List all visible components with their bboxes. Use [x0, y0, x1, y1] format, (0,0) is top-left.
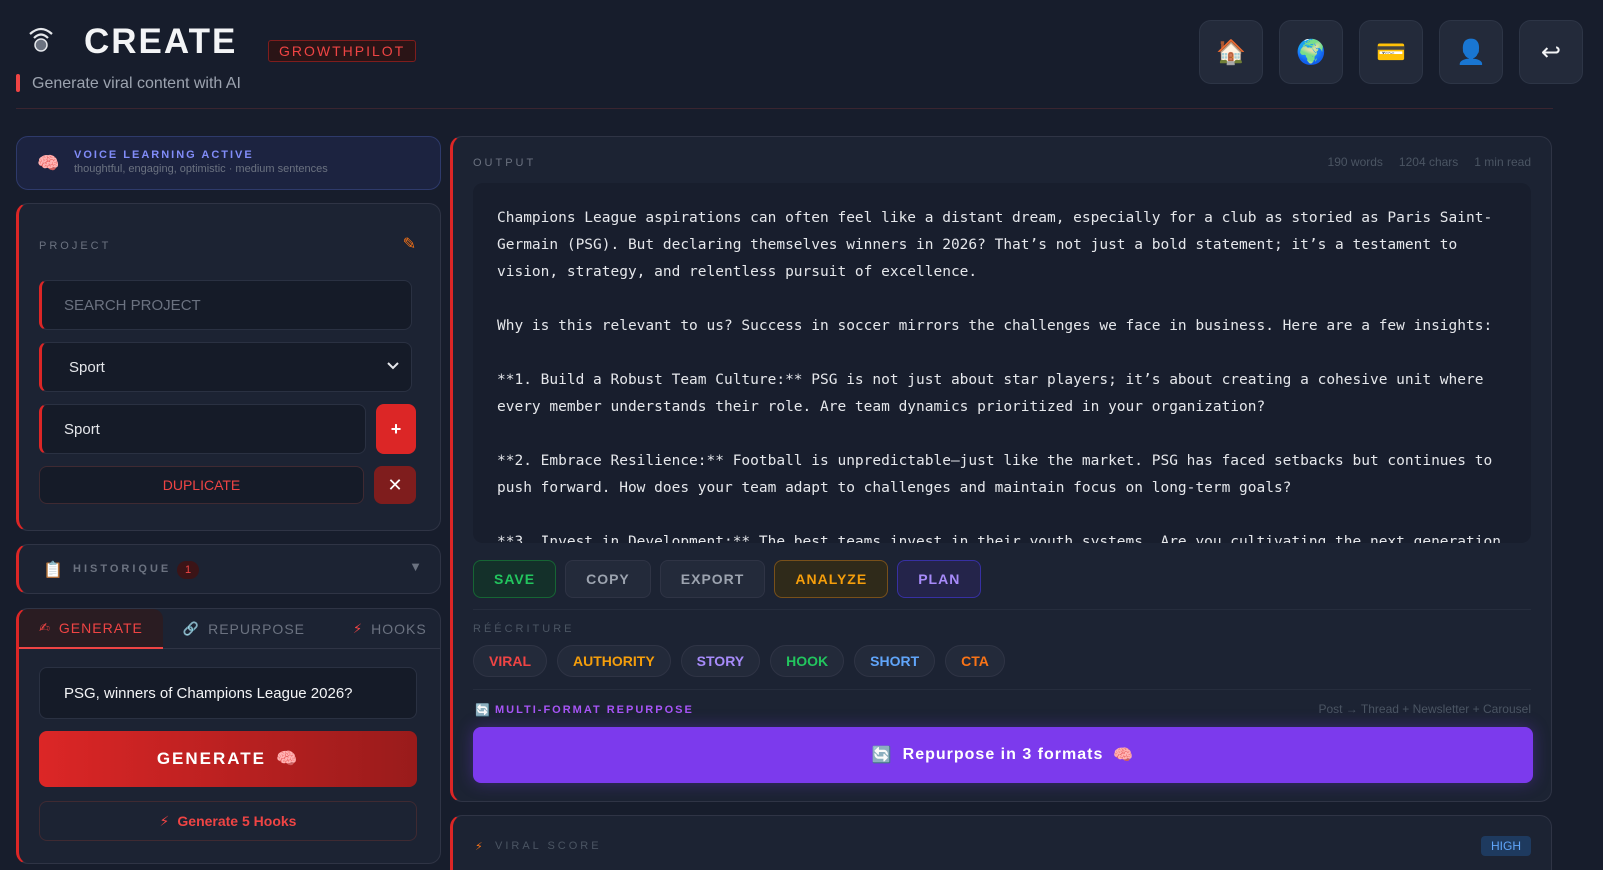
history-label: HISTORIQUE — [73, 563, 172, 575]
repurpose-icon: 🔄 — [475, 703, 490, 717]
explore-button[interactable]: 🌍 — [1279, 20, 1343, 84]
save-button[interactable]: SAVE — [473, 560, 557, 598]
page-title: CREATE — [84, 22, 238, 61]
page-subtitle: Generate viral content with AI — [32, 75, 241, 92]
tab-generate[interactable]: ✍ GENERATE — [19, 609, 163, 649]
subtitle-accent — [16, 74, 20, 92]
output-paragraph: **3. Invest in Development:** The best t… — [497, 534, 1501, 543]
history-count-badge: 1 — [177, 561, 199, 579]
project-name-input[interactable]: Sport — [39, 404, 366, 454]
hooks-button-label: Generate 5 Hooks — [177, 813, 297, 829]
rewrite-authority-chip[interactable]: AUTHORITY — [557, 645, 671, 677]
project-select-value: Sport — [69, 358, 105, 376]
history-panel[interactable]: 📋 HISTORIQUE 1 ▼ — [16, 544, 441, 594]
home-button[interactable]: 🏠 — [1199, 20, 1263, 84]
writing-hand-icon: ✍ — [39, 620, 51, 635]
output-label: OUTPUT — [473, 157, 537, 169]
header-divider — [16, 108, 1553, 109]
profile-button[interactable]: 👤 — [1439, 20, 1503, 84]
lightning-icon: ⚡ — [159, 812, 170, 829]
credit-card-icon: 💳 — [1376, 38, 1406, 66]
char-count: 1204 chars — [1398, 155, 1459, 169]
tab-label: REPURPOSE — [208, 621, 305, 637]
caret-down-icon[interactable]: ▼ — [409, 559, 422, 574]
read-time: 1 min read — [1474, 155, 1531, 169]
rewrite-hook-chip[interactable]: HOOK — [770, 645, 845, 677]
generate-panel: ✍ GENERATE 🔗 REPURPOSE ⚡ HOOKS PSG, winn… — [16, 608, 441, 864]
tab-repurpose[interactable]: 🔗 REPURPOSE — [163, 609, 325, 649]
search-project-input[interactable]: SEARCH PROJECT — [39, 280, 412, 330]
plan-button[interactable]: PLAN — [897, 560, 982, 598]
analyze-button[interactable]: ANALYZE — [774, 560, 889, 598]
voice-title: VOICE LEARNING ACTIVE — [74, 149, 254, 161]
chevron-down-icon — [387, 362, 399, 370]
copy-button[interactable]: COPY — [565, 560, 651, 598]
rewrite-cta-chip[interactable]: CTA — [945, 645, 1005, 677]
divider — [473, 689, 1531, 690]
user-icon: 👤 — [1456, 38, 1486, 66]
output-paragraph: Why is this relevant to us? Success in s… — [497, 318, 1493, 334]
top-nav: 🏠 🌍 💳 👤 ↩ — [1199, 20, 1583, 84]
output-text[interactable]: Champions League aspirations can often f… — [473, 183, 1531, 543]
rewrite-chips: VIRAL AUTHORITY STORY HOOK SHORT CTA — [473, 645, 1005, 677]
voice-description: thoughtful, engaging, optimistic · mediu… — [74, 163, 328, 175]
multiformat-label: MULTI-FORMAT REPURPOSE — [495, 704, 694, 716]
multiformat-description: Post → Thread + Newsletter + Carousel — [1318, 702, 1531, 716]
output-panel: OUTPUT 190 words 1204 chars 1 min read C… — [450, 136, 1552, 802]
tab-hooks[interactable]: ⚡ HOOKS — [325, 609, 447, 649]
app-logo — [26, 24, 56, 54]
output-paragraph: **2. Embrace Resilience:** Football is u… — [497, 453, 1493, 496]
generate-button[interactable]: GENERATE 🧠 — [39, 731, 417, 787]
repurpose-icon: 🔄 — [871, 747, 893, 764]
divider — [473, 609, 1531, 610]
output-actions: SAVE COPY EXPORT ANALYZE PLAN — [473, 560, 982, 598]
back-button[interactable]: ↩ — [1519, 20, 1583, 84]
viral-score-panel: ⚡ VIRAL SCORE HIGH — [450, 815, 1552, 870]
return-arrow-icon: ↩ — [1540, 38, 1562, 66]
generate-hooks-button[interactable]: ⚡ Generate 5 Hooks — [39, 801, 417, 841]
link-icon: 🔗 — [182, 621, 201, 636]
repurpose-button-label: Repurpose in 3 formats — [902, 746, 1104, 763]
output-paragraph: Champions League aspirations can often f… — [497, 210, 1493, 280]
brain-icon: 🧠 — [1113, 747, 1135, 764]
mode-tabs: ✍ GENERATE 🔗 REPURPOSE ⚡ HOOKS — [19, 609, 440, 649]
add-project-button[interactable]: + — [376, 404, 416, 454]
output-paragraph: **1. Build a Robust Team Culture:** PSG … — [497, 372, 1484, 415]
rewrite-viral-chip[interactable]: VIRAL — [473, 645, 547, 677]
word-count: 190 words — [1327, 155, 1383, 169]
brain-icon: 🧠 — [276, 749, 300, 768]
project-select[interactable]: Sport — [39, 342, 412, 392]
billing-button[interactable]: 💳 — [1359, 20, 1423, 84]
generate-button-label: GENERATE — [156, 749, 267, 768]
output-stats: 190 words 1204 chars 1 min read — [1328, 155, 1531, 169]
rewrite-label: RÉÉCRITURE — [473, 623, 575, 635]
delete-project-button[interactable]: ✕ — [374, 466, 416, 504]
globe-icon: 🌍 — [1296, 38, 1326, 66]
lightning-icon: ⚡ — [353, 621, 364, 636]
viral-score-label: VIRAL SCORE — [495, 840, 602, 852]
duplicate-button[interactable]: DUPLICATE — [39, 466, 364, 504]
brand-badge: GROWTHPILOT — [268, 40, 417, 62]
rewrite-story-chip[interactable]: STORY — [680, 645, 761, 677]
tab-label: GENERATE — [58, 620, 143, 636]
export-button[interactable]: EXPORT — [659, 560, 766, 598]
topic-input[interactable]: PSG, winners of Champions League 2026? — [39, 667, 417, 719]
clipboard-icon: 📋 — [43, 562, 63, 579]
project-panel: PROJECT ✎ SEARCH PROJECT Sport Sport + D… — [16, 203, 441, 531]
brain-icon: 🧠 — [37, 153, 60, 173]
tab-label: HOOKS — [371, 621, 427, 637]
voice-learning-banner: 🧠 VOICE LEARNING ACTIVE thoughtful, enga… — [16, 136, 441, 190]
repurpose-button[interactable]: 🔄 Repurpose in 3 formats 🧠 — [473, 727, 1533, 783]
rewrite-short-chip[interactable]: SHORT — [854, 645, 936, 677]
lightning-icon: ⚡ — [475, 841, 483, 853]
project-label: PROJECT — [39, 240, 112, 252]
pencil-icon[interactable]: ✎ — [403, 234, 416, 254]
viral-score-badge: HIGH — [1481, 836, 1531, 856]
house-icon: 🏠 — [1216, 38, 1246, 66]
